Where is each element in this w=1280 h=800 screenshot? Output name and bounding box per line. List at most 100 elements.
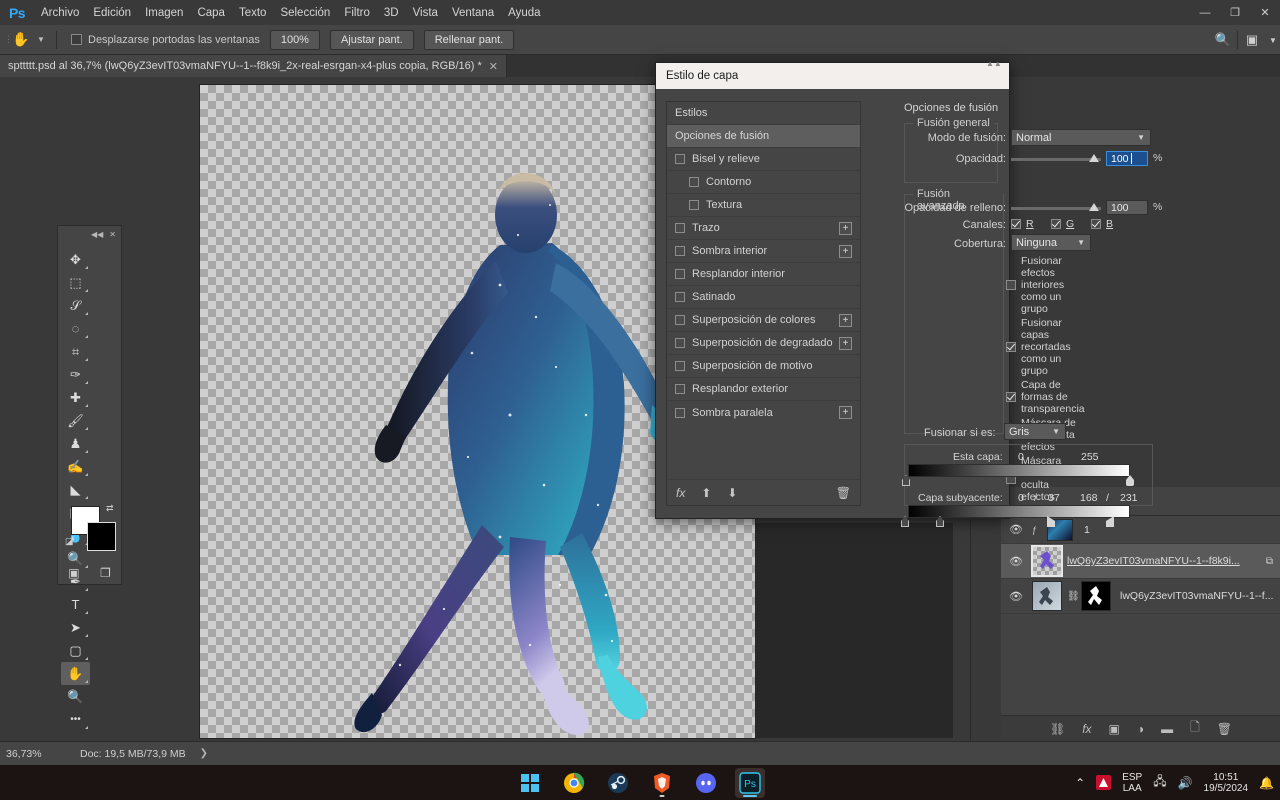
notification-icon[interactable]: 🔔	[1259, 776, 1274, 790]
tool-preset-chevron-icon[interactable]: ▼	[34, 35, 48, 44]
layer-thumbnail[interactable]	[1032, 581, 1062, 611]
workspace-icon[interactable]: ▣	[1238, 25, 1266, 55]
chrome-taskbar-icon[interactable]	[559, 768, 589, 798]
fit-screen-button[interactable]: Ajustar pant.	[329, 29, 414, 50]
fill-screen-button[interactable]: Rellenar pant.	[423, 29, 515, 50]
workspace-chevron-icon[interactable]: ▼	[1266, 25, 1280, 55]
adjustment-icon[interactable]: ◑	[1137, 722, 1144, 736]
screen-mode-icon[interactable]: ❐	[100, 566, 111, 580]
layers-panel[interactable]: 👁 ƒ 1 👁 lwQ6yZ3evIT03vmaNFYU--1--f8k9i..…	[1001, 515, 1280, 741]
effects-item-resplandor-interior[interactable]: Resplandor interior	[667, 263, 860, 286]
layer-mask-thumbnail[interactable]	[1081, 581, 1111, 611]
path-selection-tool[interactable]: ➤	[61, 616, 90, 639]
menu-seleccion[interactable]: Selección	[273, 4, 337, 22]
delete-effect-icon[interactable]: 🗑	[836, 486, 851, 500]
document-tab-close-icon[interactable]: ✕	[489, 60, 498, 73]
menu-edicion[interactable]: Edición	[86, 4, 138, 22]
close-icon[interactable]: ✕	[109, 230, 116, 239]
swap-colors-icon[interactable]: ⇄	[106, 503, 114, 514]
move-up-icon[interactable]: ⬆	[701, 486, 711, 500]
effects-item-trazo[interactable]: Trazo +	[667, 217, 860, 240]
maximize-button[interactable]: ❐	[1220, 0, 1250, 25]
layer-visibility-icon[interactable]: 👁	[1005, 523, 1027, 536]
effects-item-opciones-de-fusion[interactable]: Opciones de fusión	[667, 125, 860, 148]
eyedropper-tool[interactable]: ✑	[61, 363, 90, 386]
link-icon[interactable]: ⛓	[1050, 722, 1065, 736]
quick-mask-icon[interactable]: ▣	[68, 566, 79, 580]
effect-checkbox[interactable]	[689, 200, 699, 210]
layer-name[interactable]: lwQ6yZ3evIT03vmaNFYU--1--f8k9i...	[1067, 555, 1261, 567]
layer-visibility-icon[interactable]: 👁	[1005, 555, 1027, 568]
trash-icon[interactable]: 🗑	[1217, 722, 1232, 736]
menu-3d[interactable]: 3D	[377, 4, 406, 22]
blend-interior-effects-checkbox[interactable]: Fusionar efectos interiores como un grup…	[1006, 255, 1085, 315]
zoom-level[interactable]: 36,73%	[0, 748, 62, 760]
layer-name[interactable]: 1	[1084, 524, 1090, 536]
effects-item-bisel-y-relieve[interactable]: Bisel y relieve	[667, 148, 860, 171]
layer-thumbnail[interactable]	[1031, 545, 1063, 577]
effect-checkbox[interactable]	[675, 384, 685, 394]
add-effect-icon[interactable]: +	[839, 245, 852, 258]
table-row[interactable]: 👁 ⛓ lwQ6yZ3evIT03vmaNFYU--1--f...	[1001, 579, 1280, 614]
effects-item-textura[interactable]: Textura	[667, 194, 860, 217]
layer-mask-link-icon[interactable]: ⛓	[1067, 591, 1080, 602]
add-effect-icon[interactable]: +	[839, 406, 852, 419]
healing-brush-tool[interactable]: ✚	[61, 386, 90, 409]
channel-b-checkbox[interactable]: B	[1091, 218, 1113, 230]
menu-ventana[interactable]: Ventana	[445, 4, 501, 22]
effects-item-sombra-paralela[interactable]: Sombra paralela +	[667, 401, 860, 424]
layer-name[interactable]: lwQ6yZ3evIT03vmaNFYU--1--f...	[1120, 590, 1273, 602]
add-effect-icon[interactable]: +	[839, 314, 852, 327]
opacity-slider[interactable]	[1011, 154, 1101, 162]
background-color-swatch[interactable]	[87, 522, 116, 551]
effects-item-superposicion-de-degradado[interactable]: Superposición de degradado +	[667, 332, 860, 355]
history-brush-tool[interactable]: ✍	[61, 455, 90, 478]
new-layer-icon[interactable]: 🗋	[1190, 718, 1200, 739]
zoom-100-button[interactable]: 100%	[269, 29, 320, 50]
steam-taskbar-icon[interactable]	[603, 768, 633, 798]
this-layer-gradient[interactable]	[908, 464, 1130, 477]
menu-filtro[interactable]: Filtro	[337, 4, 377, 22]
effect-checkbox[interactable]	[675, 154, 685, 164]
fill-opacity-input[interactable]: 100	[1106, 200, 1148, 215]
fx-icon[interactable]: fx	[1082, 722, 1091, 736]
volume-icon[interactable]: 🔊	[1178, 776, 1193, 790]
default-colors-icon[interactable]: ◪	[65, 536, 74, 547]
fill-opacity-slider[interactable]	[1011, 203, 1101, 211]
blend-mode-select[interactable]: Normal ▼	[1011, 129, 1151, 146]
dialog-title-bar[interactable]: Estilo de capa ▲▲	[656, 59, 1009, 89]
channel-r-checkbox[interactable]: R	[1011, 218, 1034, 230]
status-expand-icon[interactable]: ❯	[200, 748, 208, 759]
add-effect-icon[interactable]: +	[839, 337, 852, 350]
menu-vista[interactable]: Vista	[406, 4, 445, 22]
channel-g-checkbox[interactable]: G	[1051, 218, 1074, 230]
hand-tool-icon[interactable]: ✋	[8, 28, 34, 52]
layer-visibility-icon[interactable]: 👁	[1005, 590, 1027, 603]
language-indicator[interactable]: ESP LAA	[1122, 772, 1142, 794]
options-grip[interactable]: ⋮⋮	[0, 25, 13, 55]
clipping-mask-icon[interactable]: ⧉	[1266, 556, 1273, 567]
scroll-all-windows-checkbox[interactable]: Desplazarse portodas las ventanas	[71, 34, 260, 46]
menu-archivo[interactable]: Archivo	[34, 4, 86, 22]
menu-capa[interactable]: Capa	[190, 4, 232, 22]
table-row[interactable]: 👁 ƒ 1	[1001, 516, 1280, 544]
menu-ayuda[interactable]: Ayuda	[501, 4, 547, 22]
move-down-icon[interactable]: ⬇	[727, 486, 737, 500]
fill-opacity-slider-thumb[interactable]	[1089, 203, 1099, 211]
effects-list[interactable]: Estilos Opciones de fusión Bisel y relie…	[666, 101, 861, 506]
minimize-button[interactable]: —	[1190, 0, 1220, 25]
rectangle-tool[interactable]: ▢	[61, 639, 90, 662]
discord-taskbar-icon[interactable]	[691, 768, 721, 798]
effects-item-superposicion-de-motivo[interactable]: Superposición de motivo	[667, 355, 860, 378]
menu-texto[interactable]: Texto	[232, 4, 274, 22]
effects-item-resplandor-exterior[interactable]: Resplandor exterior	[667, 378, 860, 401]
network-icon[interactable]: 🖧	[1153, 772, 1166, 793]
effects-item-sombra-interior[interactable]: Sombra interior +	[667, 240, 860, 263]
effects-item-estilos[interactable]: Estilos	[667, 102, 860, 125]
effects-item-satinado[interactable]: Satinado	[667, 286, 860, 309]
zoom-tool[interactable]: 🔍	[61, 685, 90, 708]
start-button[interactable]	[515, 768, 545, 798]
folder-icon[interactable]: ▬	[1161, 722, 1173, 736]
brave-taskbar-icon[interactable]	[647, 768, 677, 798]
knockout-select[interactable]: Ninguna ▼	[1011, 234, 1091, 251]
